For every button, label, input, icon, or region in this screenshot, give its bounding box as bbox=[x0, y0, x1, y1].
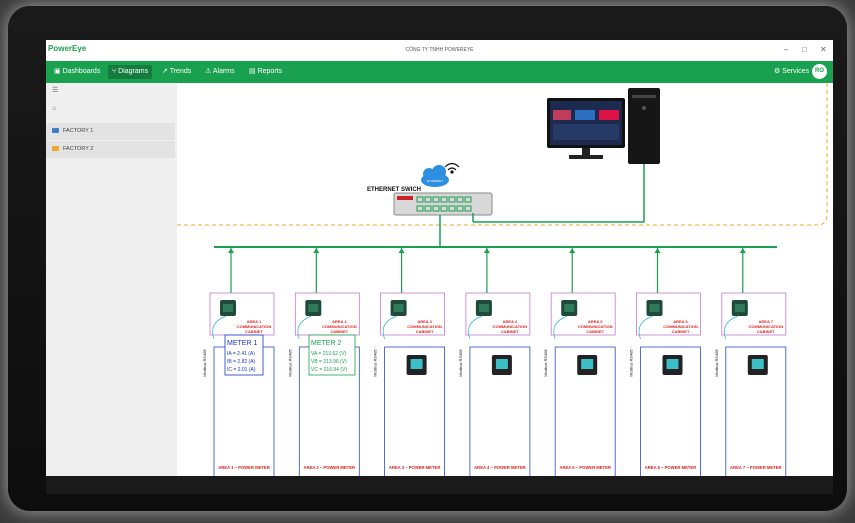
meter-2-value: VB = 213.96 (V) bbox=[311, 359, 347, 365]
meter-2-value: VA = 213.62 (V) bbox=[311, 351, 346, 357]
power-meter-icon bbox=[666, 359, 679, 369]
minimize-button[interactable]: – bbox=[784, 45, 788, 54]
nav-reports[interactable]: ▤ Reports bbox=[245, 65, 286, 79]
power-meter-icon bbox=[581, 359, 594, 369]
area-columns: AREA 1COMMUNICATIONCABINETModbus RS485AR… bbox=[202, 247, 787, 476]
meter-2-readout: METER 2 VA = 213.62 (V) VB = 213.96 (V) … bbox=[308, 334, 356, 376]
meter-1-value: IB = 2.82 (A) bbox=[227, 359, 256, 365]
gateway-device-icon bbox=[478, 304, 489, 312]
arrow-icon bbox=[228, 248, 234, 253]
close-button[interactable]: ✕ bbox=[820, 45, 827, 54]
cabinet-label: CABINET bbox=[586, 329, 604, 334]
arrow-icon bbox=[313, 248, 320, 253]
cabinet-label: CABINET bbox=[416, 329, 434, 334]
cabinet-label: CABINET bbox=[501, 329, 519, 334]
arrow-icon bbox=[739, 248, 746, 253]
power-meter-label: AREA 2 – POWER METER bbox=[304, 465, 356, 470]
sidebar-item-label: FACTORY 2 bbox=[63, 146, 94, 152]
arrow-icon bbox=[398, 248, 405, 253]
gateway-device-icon bbox=[564, 304, 575, 312]
ethernet-switch bbox=[393, 192, 493, 216]
gateway-device-icon bbox=[393, 304, 404, 312]
power-meter-label: AREA 4 – POWER METER bbox=[474, 465, 526, 470]
arrow-icon bbox=[483, 248, 490, 253]
nav-label: Trends bbox=[169, 68, 192, 75]
sidebar-item-factory-1[interactable]: FACTORY 1 bbox=[46, 123, 175, 140]
cabinet-label: CABINET bbox=[672, 329, 690, 334]
cabinet-label: CABINET bbox=[245, 329, 263, 334]
meter-2-value: VC = 216.94 (V) bbox=[311, 367, 347, 373]
sidebar: ☰ ⌂ FACTORY 1 FACTORY 2 bbox=[46, 83, 178, 476]
power-meter-label: AREA 5 – POWER METER bbox=[559, 465, 611, 470]
home-icon[interactable]: ⌂ bbox=[52, 105, 56, 112]
cabinet-label: CABINET bbox=[757, 329, 775, 334]
cloud-icon: ETHERNET bbox=[421, 165, 449, 187]
meter-1-value: IA = 2.41 (A) bbox=[227, 351, 255, 357]
power-meter-label: AREA 1 – POWER METER bbox=[218, 465, 270, 470]
window-title: CÔNG TY TNHH POWEREYE bbox=[405, 47, 474, 53]
folder-icon bbox=[52, 128, 59, 134]
cabinet-label: CABINET bbox=[330, 329, 348, 334]
network-diagram: ETHERNET SWICH ETHERNET AREA 1COMMUNICAT… bbox=[177, 83, 828, 476]
gateway-device-icon bbox=[649, 304, 660, 312]
gear-icon: ⚙ bbox=[774, 68, 781, 75]
nav-alarms[interactable]: ⚠ Alarms bbox=[201, 65, 239, 79]
sidebar-item-factory-2[interactable]: FACTORY 2 bbox=[46, 141, 175, 158]
network-boundary bbox=[177, 83, 828, 226]
nav-diagrams[interactable]: ⑂ Diagrams bbox=[108, 65, 153, 79]
services-label: Services bbox=[782, 68, 810, 75]
alarm-icon: ⚠ bbox=[205, 68, 212, 75]
nav-trends[interactable]: ↗ Trends bbox=[158, 65, 195, 79]
gateway-device-icon bbox=[223, 304, 233, 312]
dashboard-icon: ▣ bbox=[54, 68, 61, 75]
nav-label: Diagrams bbox=[118, 68, 149, 75]
meter-2-title: METER 2 bbox=[311, 340, 341, 347]
power-meter-icon bbox=[751, 359, 764, 369]
power-meter-icon bbox=[495, 359, 508, 369]
nav-dashboards[interactable]: ▣ Dashboards bbox=[50, 65, 104, 79]
app-window: PowerEye CÔNG TY TNHH POWEREYE – □ ✕ ▣ D… bbox=[46, 40, 833, 476]
arrow-icon bbox=[654, 248, 661, 253]
report-icon: ▤ bbox=[249, 68, 256, 75]
gateway-device-icon bbox=[734, 304, 745, 312]
maximize-button[interactable]: □ bbox=[802, 45, 807, 54]
diagram-canvas: ETHERNET SWICH ETHERNET AREA 1 COMMUNICAT… bbox=[177, 83, 833, 476]
modbus-label: Modbus RS485 bbox=[458, 348, 463, 376]
meter-1-value: IC = 2.01 (A) bbox=[227, 367, 256, 373]
nav-label: Alarms bbox=[212, 68, 235, 75]
trend-icon: ↗ bbox=[162, 68, 168, 75]
meter-1-readout: METER 1 IA = 2.41 (A) IB = 2.82 (A) IC =… bbox=[224, 334, 264, 376]
nav-label: Dashboards bbox=[62, 68, 101, 75]
arrow-icon bbox=[569, 248, 576, 253]
modbus-label: Modbus RS485 bbox=[202, 348, 207, 376]
wifi-icon bbox=[444, 162, 460, 174]
menu-icon[interactable]: ☰ bbox=[52, 86, 58, 94]
folder-icon bbox=[52, 146, 59, 152]
top-nav: ▣ Dashboards ⑂ Diagrams ↗ Trends ⚠ Alarm… bbox=[46, 61, 833, 83]
services-button[interactable]: ⚙ Services bbox=[770, 65, 813, 79]
sidebar-item-label: FACTORY 1 bbox=[63, 128, 94, 134]
modbus-label: Modbus RS485 bbox=[373, 348, 378, 376]
modbus-label: Modbus RS485 bbox=[714, 348, 719, 376]
modbus-label: Modbus RS485 bbox=[287, 348, 292, 376]
diagram-icon: ⑂ bbox=[112, 68, 117, 75]
cloud-label: ETHERNET bbox=[427, 179, 443, 183]
meter-1-title: METER 1 bbox=[227, 340, 257, 347]
power-meter-label: AREA 7 – POWER METER bbox=[730, 465, 782, 470]
power-meter-label: AREA 6 – POWER METER bbox=[645, 465, 697, 470]
nav-label: Reports bbox=[257, 68, 283, 75]
modbus-label: Modbus RS485 bbox=[629, 348, 634, 376]
power-meter-icon bbox=[410, 359, 423, 369]
bezel-bottom bbox=[46, 476, 833, 494]
power-meter-label: AREA 3 – POWER METER bbox=[389, 465, 441, 470]
modbus-label: Modbus RS485 bbox=[543, 348, 548, 376]
switch-label: ETHERNET SWICH bbox=[367, 187, 421, 193]
gateway-device-icon bbox=[308, 304, 319, 312]
computer-icon bbox=[547, 88, 660, 164]
title-bar: PowerEye CÔNG TY TNHH POWEREYE – □ ✕ bbox=[46, 40, 833, 62]
avatar[interactable]: RO bbox=[812, 64, 827, 79]
